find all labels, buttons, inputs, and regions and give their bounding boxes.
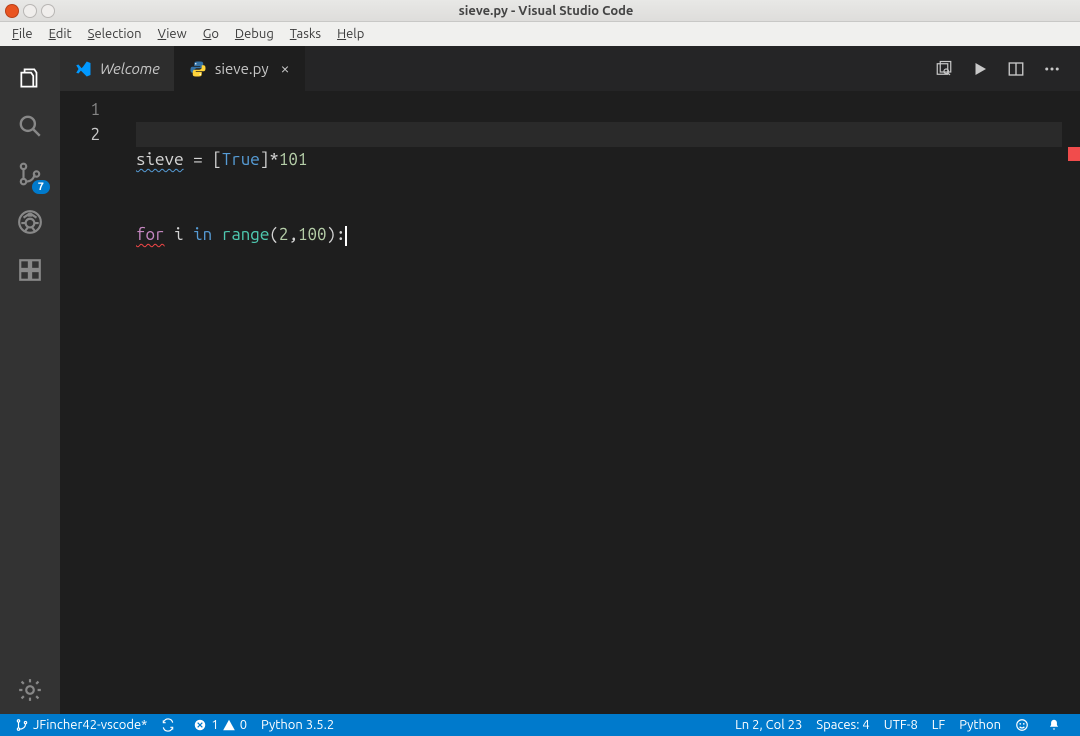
text-cursor (345, 226, 347, 246)
explorer-icon[interactable] (6, 54, 54, 102)
editor-actions (926, 46, 1080, 91)
menu-debug[interactable]: Debug (227, 25, 282, 43)
menu-view[interactable]: View (150, 25, 195, 43)
status-bar: JFincher42-vscode* 1 0 Python 3.5.2 Ln 2… (0, 714, 1080, 736)
code-line[interactable]: sieve = [True]*101 (136, 147, 1080, 172)
eol-status[interactable]: LF (925, 718, 952, 732)
vscode-logo-icon (74, 60, 92, 78)
window-titlebar: sieve.py - Visual Studio Code (0, 0, 1080, 22)
feedback-smiley-icon[interactable] (1008, 718, 1040, 732)
split-editor-icon[interactable] (998, 51, 1034, 87)
sync-icon[interactable] (154, 718, 186, 732)
line-number: 2 (60, 122, 100, 147)
close-icon[interactable]: × (281, 60, 290, 78)
debug-icon[interactable] (6, 198, 54, 246)
tab-welcome[interactable]: Welcome (60, 46, 175, 91)
more-actions-icon[interactable] (1034, 51, 1070, 87)
code-line[interactable]: for i in range(2,100): (136, 222, 1080, 247)
settings-gear-icon[interactable] (6, 666, 54, 714)
line-number: 1 (60, 97, 100, 122)
notifications-bell-icon[interactable] (1040, 718, 1072, 732)
tab-sieve[interactable]: sieve.py × (175, 46, 305, 91)
search-icon[interactable] (6, 102, 54, 150)
problems-status[interactable]: 1 0 (186, 718, 254, 732)
open-changes-icon[interactable] (926, 51, 962, 87)
menu-selection[interactable]: Selection (80, 25, 150, 43)
code-content[interactable]: sieve = [True]*101 for i in range(2,100)… (124, 91, 1080, 714)
tab-sieve-label: sieve.py (215, 60, 269, 77)
window-title: sieve.py - Visual Studio Code (6, 4, 1080, 18)
python-interpreter-status[interactable]: Python 3.5.2 (254, 718, 341, 732)
activity-bar: 7 (0, 46, 60, 714)
indentation-status[interactable]: Spaces: 4 (809, 718, 876, 732)
tab-bar: Welcome sieve.py × (60, 46, 1080, 91)
scm-badge: 7 (32, 180, 50, 194)
vscode-body: 7 Welcome sieve.py × (0, 46, 1080, 714)
python-file-icon (189, 60, 207, 78)
language-mode-status[interactable]: Python (952, 718, 1008, 732)
run-icon[interactable] (962, 51, 998, 87)
menubar: File Edit Selection View Go Debug Tasks … (0, 22, 1080, 46)
menu-go[interactable]: Go (195, 25, 227, 43)
editor-area[interactable]: 1 2 sieve = [True]*101 for i in range(2,… (60, 91, 1080, 714)
source-control-icon[interactable]: 7 (6, 150, 54, 198)
tab-welcome-label: Welcome (100, 60, 160, 77)
editor-group: Welcome sieve.py × (60, 46, 1080, 714)
cursor-position-status[interactable]: Ln 2, Col 23 (728, 718, 809, 732)
menu-help[interactable]: Help (329, 25, 372, 43)
menu-edit[interactable]: Edit (41, 25, 80, 43)
menu-file[interactable]: File (4, 25, 41, 43)
line-number-gutter: 1 2 (60, 91, 124, 714)
extensions-icon[interactable] (6, 246, 54, 294)
git-branch-status[interactable]: JFincher42-vscode* (8, 718, 154, 732)
menu-tasks[interactable]: Tasks (282, 25, 329, 43)
encoding-status[interactable]: UTF-8 (877, 718, 925, 732)
